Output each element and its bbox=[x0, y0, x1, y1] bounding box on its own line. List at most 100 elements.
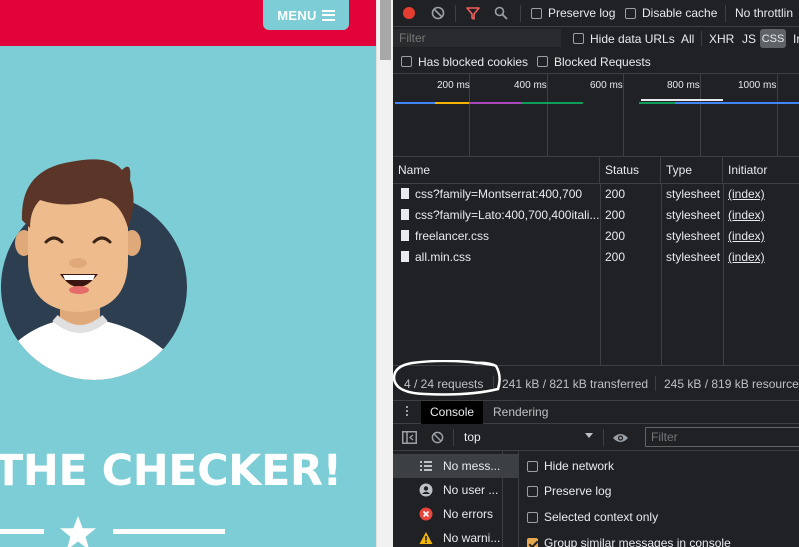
hand-drawn-circle-annotation bbox=[393, 360, 501, 396]
request-status: 200 bbox=[605, 250, 626, 264]
table-row[interactable]: css?family=Lato:400,700,400itali... 200 … bbox=[393, 205, 799, 226]
throttling-select[interactable]: No throttlin bbox=[735, 0, 793, 26]
user-icon bbox=[419, 483, 433, 497]
column-header-status[interactable]: Status bbox=[600, 157, 661, 184]
page-scrollbar[interactable] bbox=[376, 0, 393, 547]
request-status: 200 bbox=[605, 187, 626, 201]
hide-network-checkbox[interactable]: Hide network bbox=[527, 454, 614, 478]
sidebar-item-errors[interactable]: No errors bbox=[393, 502, 519, 526]
table-row[interactable]: freelancer.css 200 stylesheet (index) bbox=[393, 226, 799, 247]
has-blocked-cookies-label: Has blocked cookies bbox=[418, 54, 529, 69]
type-filter-all[interactable]: All bbox=[681, 27, 694, 50]
table-row[interactable]: all.min.css 200 stylesheet (index) bbox=[393, 247, 799, 268]
type-filter-img[interactable]: Ir bbox=[793, 27, 799, 50]
timeline-tick bbox=[777, 74, 778, 157]
error-icon bbox=[419, 507, 433, 521]
divider-line-left bbox=[0, 529, 44, 534]
filter-input[interactable] bbox=[393, 29, 561, 47]
table-row[interactable]: css?family=Montserrat:400,700 200 styles… bbox=[393, 184, 799, 205]
hamburger-icon bbox=[321, 9, 335, 21]
checkbox-box[interactable] bbox=[401, 56, 412, 67]
clear-icon[interactable] bbox=[431, 0, 445, 26]
record-icon[interactable] bbox=[403, 0, 415, 26]
column-header-name[interactable]: Name bbox=[393, 157, 600, 184]
type-filter-css[interactable]: CSS bbox=[760, 29, 786, 48]
checkbox-box[interactable] bbox=[527, 460, 538, 472]
checkbox-box[interactable] bbox=[625, 7, 636, 19]
has-blocked-cookies-checkbox[interactable]: Has blocked cookies bbox=[401, 50, 528, 73]
checkbox-box[interactable] bbox=[527, 511, 538, 523]
tab-console[interactable]: Console bbox=[421, 401, 484, 424]
filter-bar: Hide data URLs All XHR JS CSS Ir bbox=[393, 27, 799, 50]
filter-icon[interactable] bbox=[466, 0, 480, 26]
website-viewport: MENU THE CHECKER! bbox=[0, 0, 376, 547]
group-similar-checkbox[interactable]: Group similar messages in console bbox=[527, 531, 731, 547]
request-initiator-link[interactable]: (index) bbox=[723, 226, 799, 247]
hide-network-label: Hide network bbox=[544, 459, 615, 473]
network-request-table: Name Status Type Initiator css?family=Mo… bbox=[393, 157, 799, 365]
checkbox-box[interactable] bbox=[537, 56, 548, 67]
hero-title: THE CHECKER! bbox=[0, 446, 342, 496]
hide-data-urls-checkbox[interactable]: Hide data URLs bbox=[573, 27, 675, 50]
execution-context-value: top bbox=[464, 430, 481, 444]
list-icon bbox=[420, 461, 432, 471]
checkbox-box[interactable] bbox=[573, 33, 584, 44]
blocked-requests-checkbox[interactable]: Blocked Requests bbox=[537, 50, 651, 73]
timeline-label: 1000 ms bbox=[738, 80, 777, 91]
timeline-tick bbox=[547, 74, 548, 157]
checkbox-box[interactable] bbox=[531, 7, 542, 19]
network-overview-timeline[interactable]: 200 ms 400 ms 600 ms 800 ms 1000 ms bbox=[393, 74, 799, 157]
selected-context-only-label: Selected context only bbox=[544, 510, 659, 524]
file-icon bbox=[401, 209, 409, 220]
console-filter-input[interactable] bbox=[645, 427, 799, 447]
request-initiator-link[interactable]: (index) bbox=[723, 205, 799, 226]
checkbox-box[interactable] bbox=[527, 537, 538, 547]
request-name-cell: freelancer.css bbox=[396, 226, 600, 247]
transferred-size: 241 kB / 821 kB transferred bbox=[502, 377, 649, 391]
type-filter-js[interactable]: JS bbox=[742, 27, 756, 50]
file-icon bbox=[401, 230, 409, 241]
request-status: 200 bbox=[605, 208, 626, 222]
chevron-down-icon[interactable] bbox=[585, 433, 593, 438]
toolbar-separator bbox=[455, 5, 456, 22]
request-initiator-link[interactable]: (index) bbox=[723, 247, 799, 268]
request-initiator-link[interactable]: (index) bbox=[723, 184, 799, 205]
disable-cache-checkbox[interactable]: Disable cache bbox=[625, 0, 717, 26]
request-name-cell: css?family=Montserrat:400,700 bbox=[396, 184, 600, 205]
sidebar-item-user-messages[interactable]: No user ... bbox=[393, 478, 519, 502]
console-toolbar: top bbox=[393, 424, 799, 451]
hide-data-urls-label: Hide data URLs bbox=[590, 31, 675, 46]
eye-icon[interactable] bbox=[612, 424, 629, 451]
clear-console-icon[interactable] bbox=[431, 424, 444, 451]
search-icon[interactable] bbox=[494, 0, 508, 26]
console-settings-pane: Hide network Preserve log Selected conte… bbox=[519, 451, 799, 547]
star-icon bbox=[60, 515, 96, 547]
request-type: stylesheet bbox=[666, 250, 721, 264]
request-name: css?family=Lato:400,700,400itali... bbox=[415, 208, 600, 222]
column-header-initiator[interactable]: Initiator bbox=[723, 157, 799, 184]
sidebar-item-messages[interactable]: No mess... bbox=[393, 454, 519, 478]
timeline-bar bbox=[723, 102, 799, 104]
file-icon bbox=[401, 188, 409, 199]
type-filter-xhr[interactable]: XHR bbox=[709, 27, 734, 50]
sidebar-toggle-icon[interactable] bbox=[402, 424, 417, 451]
sidebar-item-label: No errors bbox=[443, 507, 494, 521]
more-vertical-icon[interactable] bbox=[406, 406, 410, 419]
request-name-cell: all.min.css bbox=[396, 247, 600, 268]
timeline-bar bbox=[435, 102, 469, 104]
sidebar-item-warnings[interactable]: No warni... bbox=[393, 526, 519, 547]
group-similar-label: Group similar messages in console bbox=[544, 536, 731, 547]
menu-button[interactable]: MENU bbox=[263, 0, 349, 30]
drawer-tab-bar: Console Rendering bbox=[393, 401, 799, 424]
timeline-tick bbox=[623, 74, 624, 157]
page-scrollbar-thumb[interactable] bbox=[380, 0, 391, 60]
console-preserve-log-checkbox[interactable]: Preserve log bbox=[527, 479, 611, 503]
tab-rendering[interactable]: Rendering bbox=[484, 401, 557, 424]
network-toolbar: Preserve log Disable cache No throttlin bbox=[393, 0, 799, 27]
checkbox-box[interactable] bbox=[527, 485, 538, 497]
column-header-type[interactable]: Type bbox=[661, 157, 723, 184]
preserve-log-checkbox[interactable]: Preserve log bbox=[531, 0, 615, 26]
selected-context-only-checkbox[interactable]: Selected context only bbox=[527, 505, 658, 529]
execution-context-select[interactable]: top bbox=[459, 427, 599, 447]
file-icon bbox=[401, 251, 409, 262]
